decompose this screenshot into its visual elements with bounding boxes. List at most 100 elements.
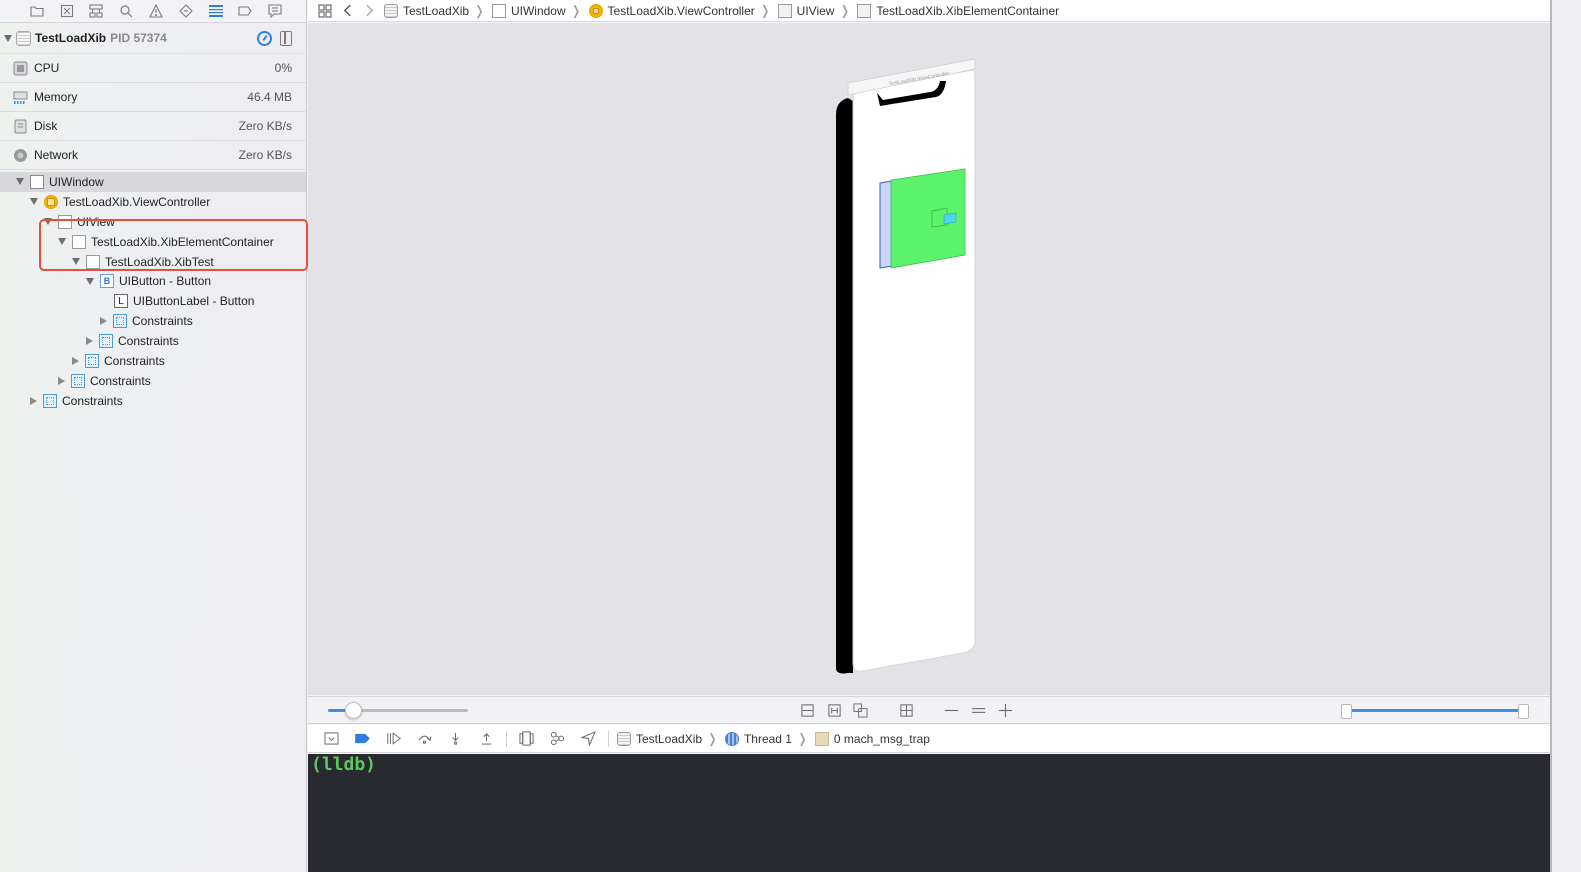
disclosure-triangle-icon[interactable] xyxy=(86,277,94,285)
step-into-button[interactable] xyxy=(440,729,471,749)
related-items-button[interactable] xyxy=(314,1,336,21)
gauge-disk[interactable]: Disk Zero KB/s xyxy=(0,112,306,141)
disclosure-triangle-icon[interactable] xyxy=(4,34,12,42)
navigator-tab-folder[interactable] xyxy=(22,1,52,21)
view-controller-icon xyxy=(588,3,603,18)
disclosure-triangle-icon[interactable] xyxy=(72,356,79,365)
tree-item[interactable]: TestLoadXib.XibTest xyxy=(0,252,306,272)
inspector-gutter xyxy=(1550,0,1581,872)
breadcrumb-item[interactable]: TestLoadXib.XibElementContainer xyxy=(857,3,1059,18)
chevron-right-icon: ❭ xyxy=(759,2,771,18)
chevron-right-icon: ❭ xyxy=(474,2,485,18)
navigator-tab-debug-navigator[interactable] xyxy=(201,1,231,21)
process-row[interactable]: TestLoadXib PID 57374 xyxy=(0,23,306,54)
disclosure-triangle-icon[interactable] xyxy=(58,376,65,385)
window-screen xyxy=(852,69,976,672)
constraints-icon xyxy=(827,703,841,717)
clip-contents-button[interactable] xyxy=(799,702,815,718)
navigator-tab-test[interactable] xyxy=(171,1,201,21)
symbol-icon xyxy=(89,4,104,18)
navigator-tab-source-control[interactable] xyxy=(52,1,82,21)
cpu-icon xyxy=(13,61,28,75)
tree-item[interactable]: TestLoadXib.ViewController xyxy=(0,192,306,212)
tree-item-constraints[interactable]: Constraints xyxy=(0,371,306,391)
tree-item-constraints[interactable]: Constraints xyxy=(0,311,306,331)
debug-memory-graph-button[interactable] xyxy=(542,729,573,749)
breadcrumb-item[interactable]: 0 mach_msg_trap xyxy=(814,731,930,746)
window-icon xyxy=(491,3,506,18)
app-icon xyxy=(16,30,31,46)
gauge-cpu[interactable]: CPU 0% xyxy=(0,54,306,83)
minus-icon xyxy=(944,709,958,711)
tree-item-constraints[interactable]: Constraints xyxy=(0,391,306,411)
lldb-prompt: (lldb) xyxy=(311,754,377,775)
tree-item-constraints[interactable]: Constraints xyxy=(0,351,306,371)
tree-item[interactable]: TestLoadXib.XibElementContainer xyxy=(0,232,306,252)
navigator-tab-symbol[interactable] xyxy=(82,1,112,21)
step-out-button[interactable] xyxy=(471,729,502,749)
disclosure-triangle-icon[interactable] xyxy=(30,198,38,206)
disclosure-triangle-icon[interactable] xyxy=(30,396,37,405)
gauge-memory[interactable]: Memory 46.4 MB xyxy=(0,83,306,112)
view-debugger-canvas[interactable]: TestLoadXib.ViewController xyxy=(308,23,1550,695)
lldb-console[interactable]: (lldb) xyxy=(308,754,1550,872)
gauge-label: CPU xyxy=(34,61,60,75)
zoom-out-button[interactable] xyxy=(943,702,959,718)
app-icon xyxy=(617,731,631,746)
constraints-icon xyxy=(99,334,113,349)
separator xyxy=(506,730,507,747)
navigator-tab-warning[interactable] xyxy=(141,1,171,21)
tree-item[interactable]: B UIButton - Button xyxy=(0,271,306,291)
gauge-label: Disk xyxy=(34,119,58,133)
tree-item[interactable]: UIView xyxy=(0,212,306,232)
tree-item-label: UIWindow xyxy=(49,174,104,189)
breadcrumb-item[interactable]: TestLoadXib.ViewController xyxy=(588,3,755,18)
thread-breadcrumb: TestLoadXib ❭ Thread 1 ❭ 0 mach_msg_trap xyxy=(613,731,930,747)
disclosure-triangle-icon[interactable] xyxy=(86,337,93,346)
actual-size-button[interactable] xyxy=(970,702,986,718)
show-constraints-button[interactable] xyxy=(826,702,842,718)
disclosure-triangle-icon[interactable] xyxy=(44,218,52,226)
tree-item-label: UIView xyxy=(77,214,115,229)
gauge-options-icon[interactable] xyxy=(257,30,272,46)
breadcrumb-item[interactable]: TestLoadXib xyxy=(384,3,469,18)
exploded-view-scene[interactable]: TestLoadXib.ViewController xyxy=(308,23,1550,695)
orient-3d-button[interactable] xyxy=(898,702,914,718)
step-over-button[interactable] xyxy=(409,729,440,749)
breadcrumb-label: Thread 1 xyxy=(743,731,792,746)
gauge-network[interactable]: Network Zero KB/s xyxy=(0,141,306,170)
breadcrumb-item[interactable]: Thread 1 xyxy=(724,731,792,746)
disclosure-triangle-icon[interactable] xyxy=(16,178,24,186)
xcode-window: TestLoadXib PID 57374 CPU 0% Memory 46.4 MB… xyxy=(0,0,1581,872)
view-mode-button[interactable] xyxy=(852,702,868,718)
disclosure-triangle-icon[interactable] xyxy=(100,317,107,326)
zoom-in-button[interactable] xyxy=(997,702,1013,718)
back-button[interactable] xyxy=(336,1,358,21)
continue-button[interactable] xyxy=(378,729,409,749)
hide-debug-area-button[interactable] xyxy=(316,729,347,749)
range-slider-max-handle[interactable] xyxy=(1518,704,1529,719)
breakpoints-toggle-button[interactable] xyxy=(347,729,378,749)
breadcrumb-item[interactable]: UIView xyxy=(777,3,834,18)
tree-item-label: TestLoadXib.XibElementContainer xyxy=(91,234,274,249)
spacing-slider-knob[interactable] xyxy=(345,702,363,719)
range-slider-min-handle[interactable] xyxy=(1341,704,1352,719)
breadcrumb-item[interactable]: UIWindow xyxy=(491,3,566,18)
navigator-tab-search[interactable] xyxy=(111,1,141,21)
view-hierarchy-toggle-icon[interactable] xyxy=(280,30,292,46)
tree-item-constraints[interactable]: Constraints xyxy=(0,331,306,351)
navigator-tab-breakpoint[interactable] xyxy=(231,1,261,21)
warning-icon xyxy=(149,4,163,18)
disclosure-triangle-icon[interactable] xyxy=(72,258,80,265)
disclosure-triangle-icon[interactable] xyxy=(58,238,66,246)
forward-button[interactable] xyxy=(358,1,380,21)
debug-view-hierarchy-button[interactable] xyxy=(511,729,542,749)
label-icon: L xyxy=(114,294,128,309)
navigator-tab-report[interactable] xyxy=(260,1,290,21)
tree-item[interactable]: UIWindow xyxy=(0,172,306,192)
breadcrumb-item[interactable]: TestLoadXib xyxy=(617,731,702,746)
folder-icon xyxy=(30,6,44,17)
tree-item[interactable]: L UIButtonLabel - Button xyxy=(0,291,306,311)
simulate-location-button[interactable] xyxy=(573,729,604,749)
step-over-icon xyxy=(418,735,432,744)
